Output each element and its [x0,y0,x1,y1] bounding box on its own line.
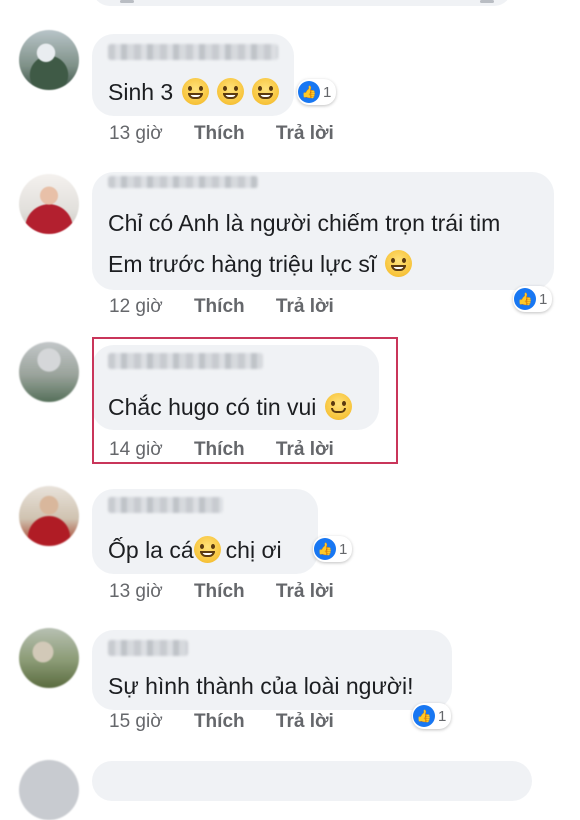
comment-actions: 13 giờ Thích Trả lời [109,581,334,603]
like-button[interactable]: Thích [194,123,245,145]
grinning-sweat-emoji-icon [217,78,244,105]
highlight-frame [92,337,398,464]
comment-bubble: Sinh 3 [92,34,294,116]
reply-button[interactable]: Trả lời [276,711,334,733]
comment-bubble: Ốp la cá chị ơi [92,489,318,574]
like-thumb-icon: 👍 [298,81,320,103]
author-name-blurred[interactable] [108,497,223,513]
comment-actions: 12 giờ Thích Trả lời [109,296,334,318]
like-thumb-icon: 👍 [314,538,336,560]
comment-bubble: Sự hình thành của loài người! [92,630,452,710]
timestamp[interactable]: 15 giờ [109,711,163,733]
avatar[interactable] [19,174,79,234]
reaction-count: 1 [323,83,332,101]
like-thumb-icon: 👍 [514,288,536,310]
comment-text-before: Ốp la cá [108,537,194,563]
reaction-summary[interactable]: 👍 1 [412,703,452,729]
reply-button[interactable]: Trả lời [276,581,334,603]
previous-comment-bubble [92,0,512,6]
like-button[interactable]: Thích [194,296,245,318]
next-comment-avatar [19,760,79,820]
reaction-summary[interactable]: 👍 1 [513,286,553,312]
comment-text: Em trước hàng triệu lực sĩ [108,250,412,278]
like-button[interactable]: Thích [194,581,245,603]
comment-text-content: Sinh 3 [108,79,174,105]
comment-text: Chỉ có Anh là người chiếm trọn trái tim [108,210,500,237]
comment-actions: 13 giờ Thích Trả lời [109,123,334,145]
avatar[interactable] [19,628,79,688]
reply-button[interactable]: Trả lời [276,123,334,145]
comment-bubble: Chỉ có Anh là người chiếm trọn trái tim … [92,172,554,290]
timestamp[interactable]: 13 giờ [109,123,163,145]
comment-text-after: chị ơi [225,537,282,563]
reaction-count: 1 [339,540,348,558]
avatar[interactable] [19,30,79,90]
like-thumb-icon: 👍 [413,705,435,727]
reaction-summary[interactable]: 👍 1 [297,79,337,105]
comment-text-line1: Chỉ có Anh là người chiếm trọn trái tim [108,210,501,236]
comment-text: Ốp la cá chị ơi [108,536,282,564]
grinning-sweat-emoji-icon [181,78,209,105]
comment-text-line2: Em trước hàng triệu lực sĩ [108,251,377,277]
grinning-emoji-icon [193,536,221,563]
reaction-count: 1 [438,707,447,725]
like-button[interactable]: Thích [194,711,245,733]
previous-comment-fragment [120,0,134,3]
timestamp[interactable]: 13 giờ [109,581,163,603]
author-name-blurred[interactable] [108,44,278,60]
reply-button[interactable]: Trả lời [276,296,334,318]
previous-comment-fragment [480,0,494,3]
comment-actions: 15 giờ Thích Trả lời [109,711,334,733]
comment-text: Sự hình thành của loài người! [108,673,413,700]
grinning-sweat-emoji-icon [252,78,280,105]
grinning-emoji-icon [384,250,412,277]
avatar[interactable] [19,342,79,402]
avatar[interactable] [19,486,79,546]
reaction-summary[interactable]: 👍 1 [313,536,353,562]
timestamp[interactable]: 12 giờ [109,296,163,318]
author-name-blurred[interactable] [108,640,188,656]
author-name-blurred[interactable] [108,176,258,188]
reaction-count: 1 [539,290,548,308]
comment-text: Sinh 3 [108,78,280,106]
next-comment-bubble [92,761,532,801]
comment-text-content: Sự hình thành của loài người! [108,673,414,699]
